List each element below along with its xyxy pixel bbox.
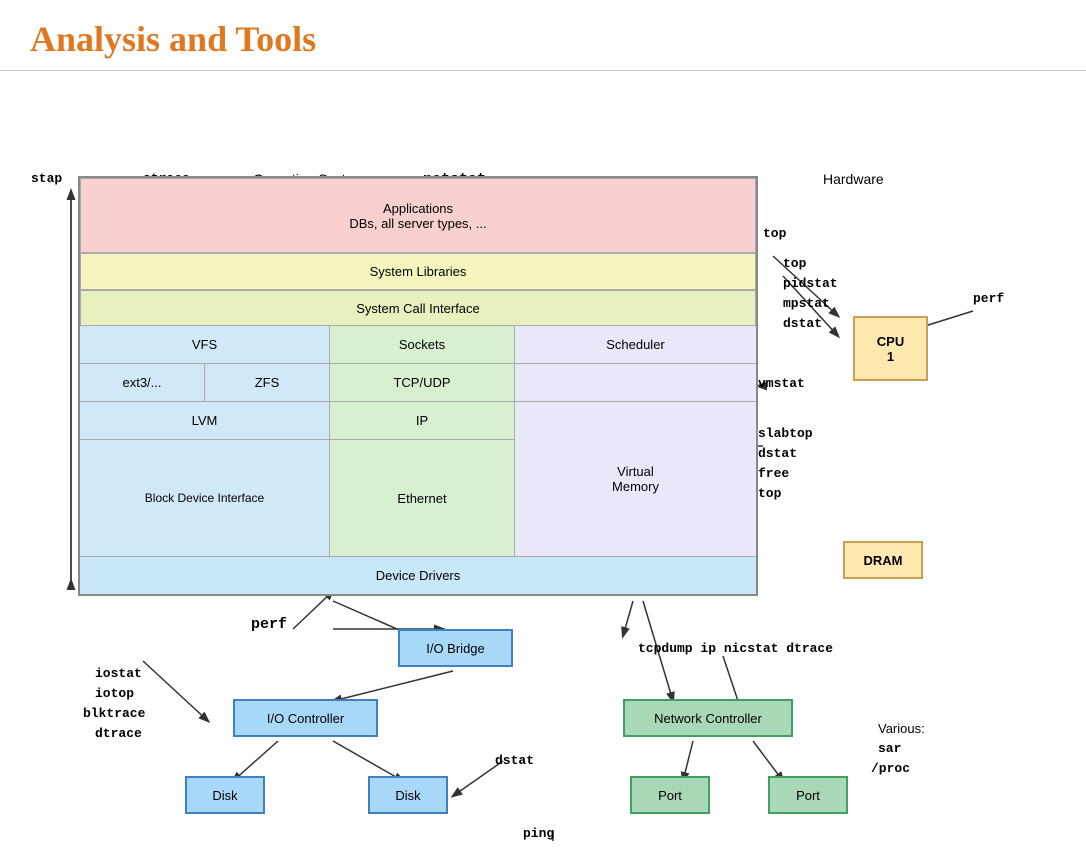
- various-label: Various:: [878, 721, 925, 736]
- main-content: strace Operating System netstat Hardware…: [0, 71, 1086, 851]
- zfs-cell: ZFS: [205, 364, 329, 401]
- cpu-box: CPU 1: [853, 316, 928, 381]
- virtual-memory-cell: Virtual Memory: [515, 402, 756, 556]
- vmstat-label: vmstat: [758, 376, 805, 391]
- applications-text: Applications DBs, all server types, ...: [349, 201, 486, 231]
- sockets-cell: Sockets: [330, 326, 514, 364]
- perf-label-top: top: [763, 226, 786, 241]
- dtrace1-label: dtrace: [95, 726, 142, 741]
- middle-section: VFS ext3/... ZFS LVM Block Dev: [80, 326, 756, 556]
- system-call-layer: System Call Interface: [80, 290, 756, 326]
- mpstat-label: mpstat: [783, 296, 830, 311]
- ping-label: ping: [523, 826, 554, 841]
- tcpdump-label: tcpdump ip nicstat dtrace: [638, 641, 833, 656]
- vfs-cell: VFS: [80, 326, 329, 364]
- slabtop-label: slabtop: [758, 426, 813, 441]
- system-call-text: System Call Interface: [356, 301, 480, 316]
- device-drivers-layer: Device Drivers: [80, 556, 756, 594]
- vmstat-spacer: [515, 364, 756, 402]
- iotop-label: iotop: [95, 686, 134, 701]
- blktrace-label: blktrace: [83, 706, 145, 721]
- disk1-box: Disk: [185, 776, 265, 814]
- lvm-cell: LVM: [80, 402, 329, 440]
- fs-column: VFS ext3/... ZFS LVM Block Dev: [80, 326, 330, 556]
- disk2-box: Disk: [368, 776, 448, 814]
- ethernet-cell: Ethernet: [330, 440, 514, 556]
- free-label: free: [758, 466, 789, 481]
- hardware-label: Hardware: [823, 171, 884, 187]
- diagram: strace Operating System netstat Hardware…: [23, 81, 1063, 841]
- dstat-label: dstat: [495, 753, 534, 768]
- top2-label: top: [758, 486, 781, 501]
- iostat-label: iostat: [95, 666, 142, 681]
- scheduler-cell: Scheduler: [515, 326, 756, 364]
- ip-cell: IP: [330, 402, 514, 440]
- port2-box: Port: [768, 776, 848, 814]
- os-box: Applications DBs, all server types, ... …: [78, 176, 758, 596]
- dstat2-label: dstat: [758, 446, 797, 461]
- dstat1-label: dstat: [783, 316, 822, 331]
- bdi-cell: Block Device Interface: [80, 440, 329, 556]
- io-bridge-box: I/O Bridge: [398, 629, 513, 667]
- applications-layer: Applications DBs, all server types, ...: [80, 178, 756, 253]
- tcp-cell: TCP/UDP: [330, 364, 514, 402]
- perf-bottom-label: perf: [251, 616, 287, 633]
- sar-label: sar: [878, 741, 901, 756]
- net-column: Sockets TCP/UDP IP Ethernet: [330, 326, 515, 556]
- pidstat-label: pidstat: [783, 276, 838, 291]
- ext3-zfs-row: ext3/... ZFS: [80, 364, 329, 402]
- port1-box: Port: [630, 776, 710, 814]
- page-title: Analysis and Tools: [0, 0, 1086, 70]
- network-controller-box: Network Controller: [623, 699, 793, 737]
- system-libraries-text: System Libraries: [370, 264, 467, 279]
- system-libraries-layer: System Libraries: [80, 253, 756, 290]
- stap-label: stap: [31, 171, 62, 186]
- sched-column: Scheduler Virtual Memory: [515, 326, 756, 556]
- proc-label: /proc: [871, 761, 910, 776]
- io-controller-box: I/O Controller: [233, 699, 378, 737]
- ext3-cell: ext3/...: [80, 364, 205, 401]
- top-label: top: [783, 256, 806, 271]
- dram-box: DRAM: [843, 541, 923, 579]
- perf-right-label: perf: [973, 291, 1004, 306]
